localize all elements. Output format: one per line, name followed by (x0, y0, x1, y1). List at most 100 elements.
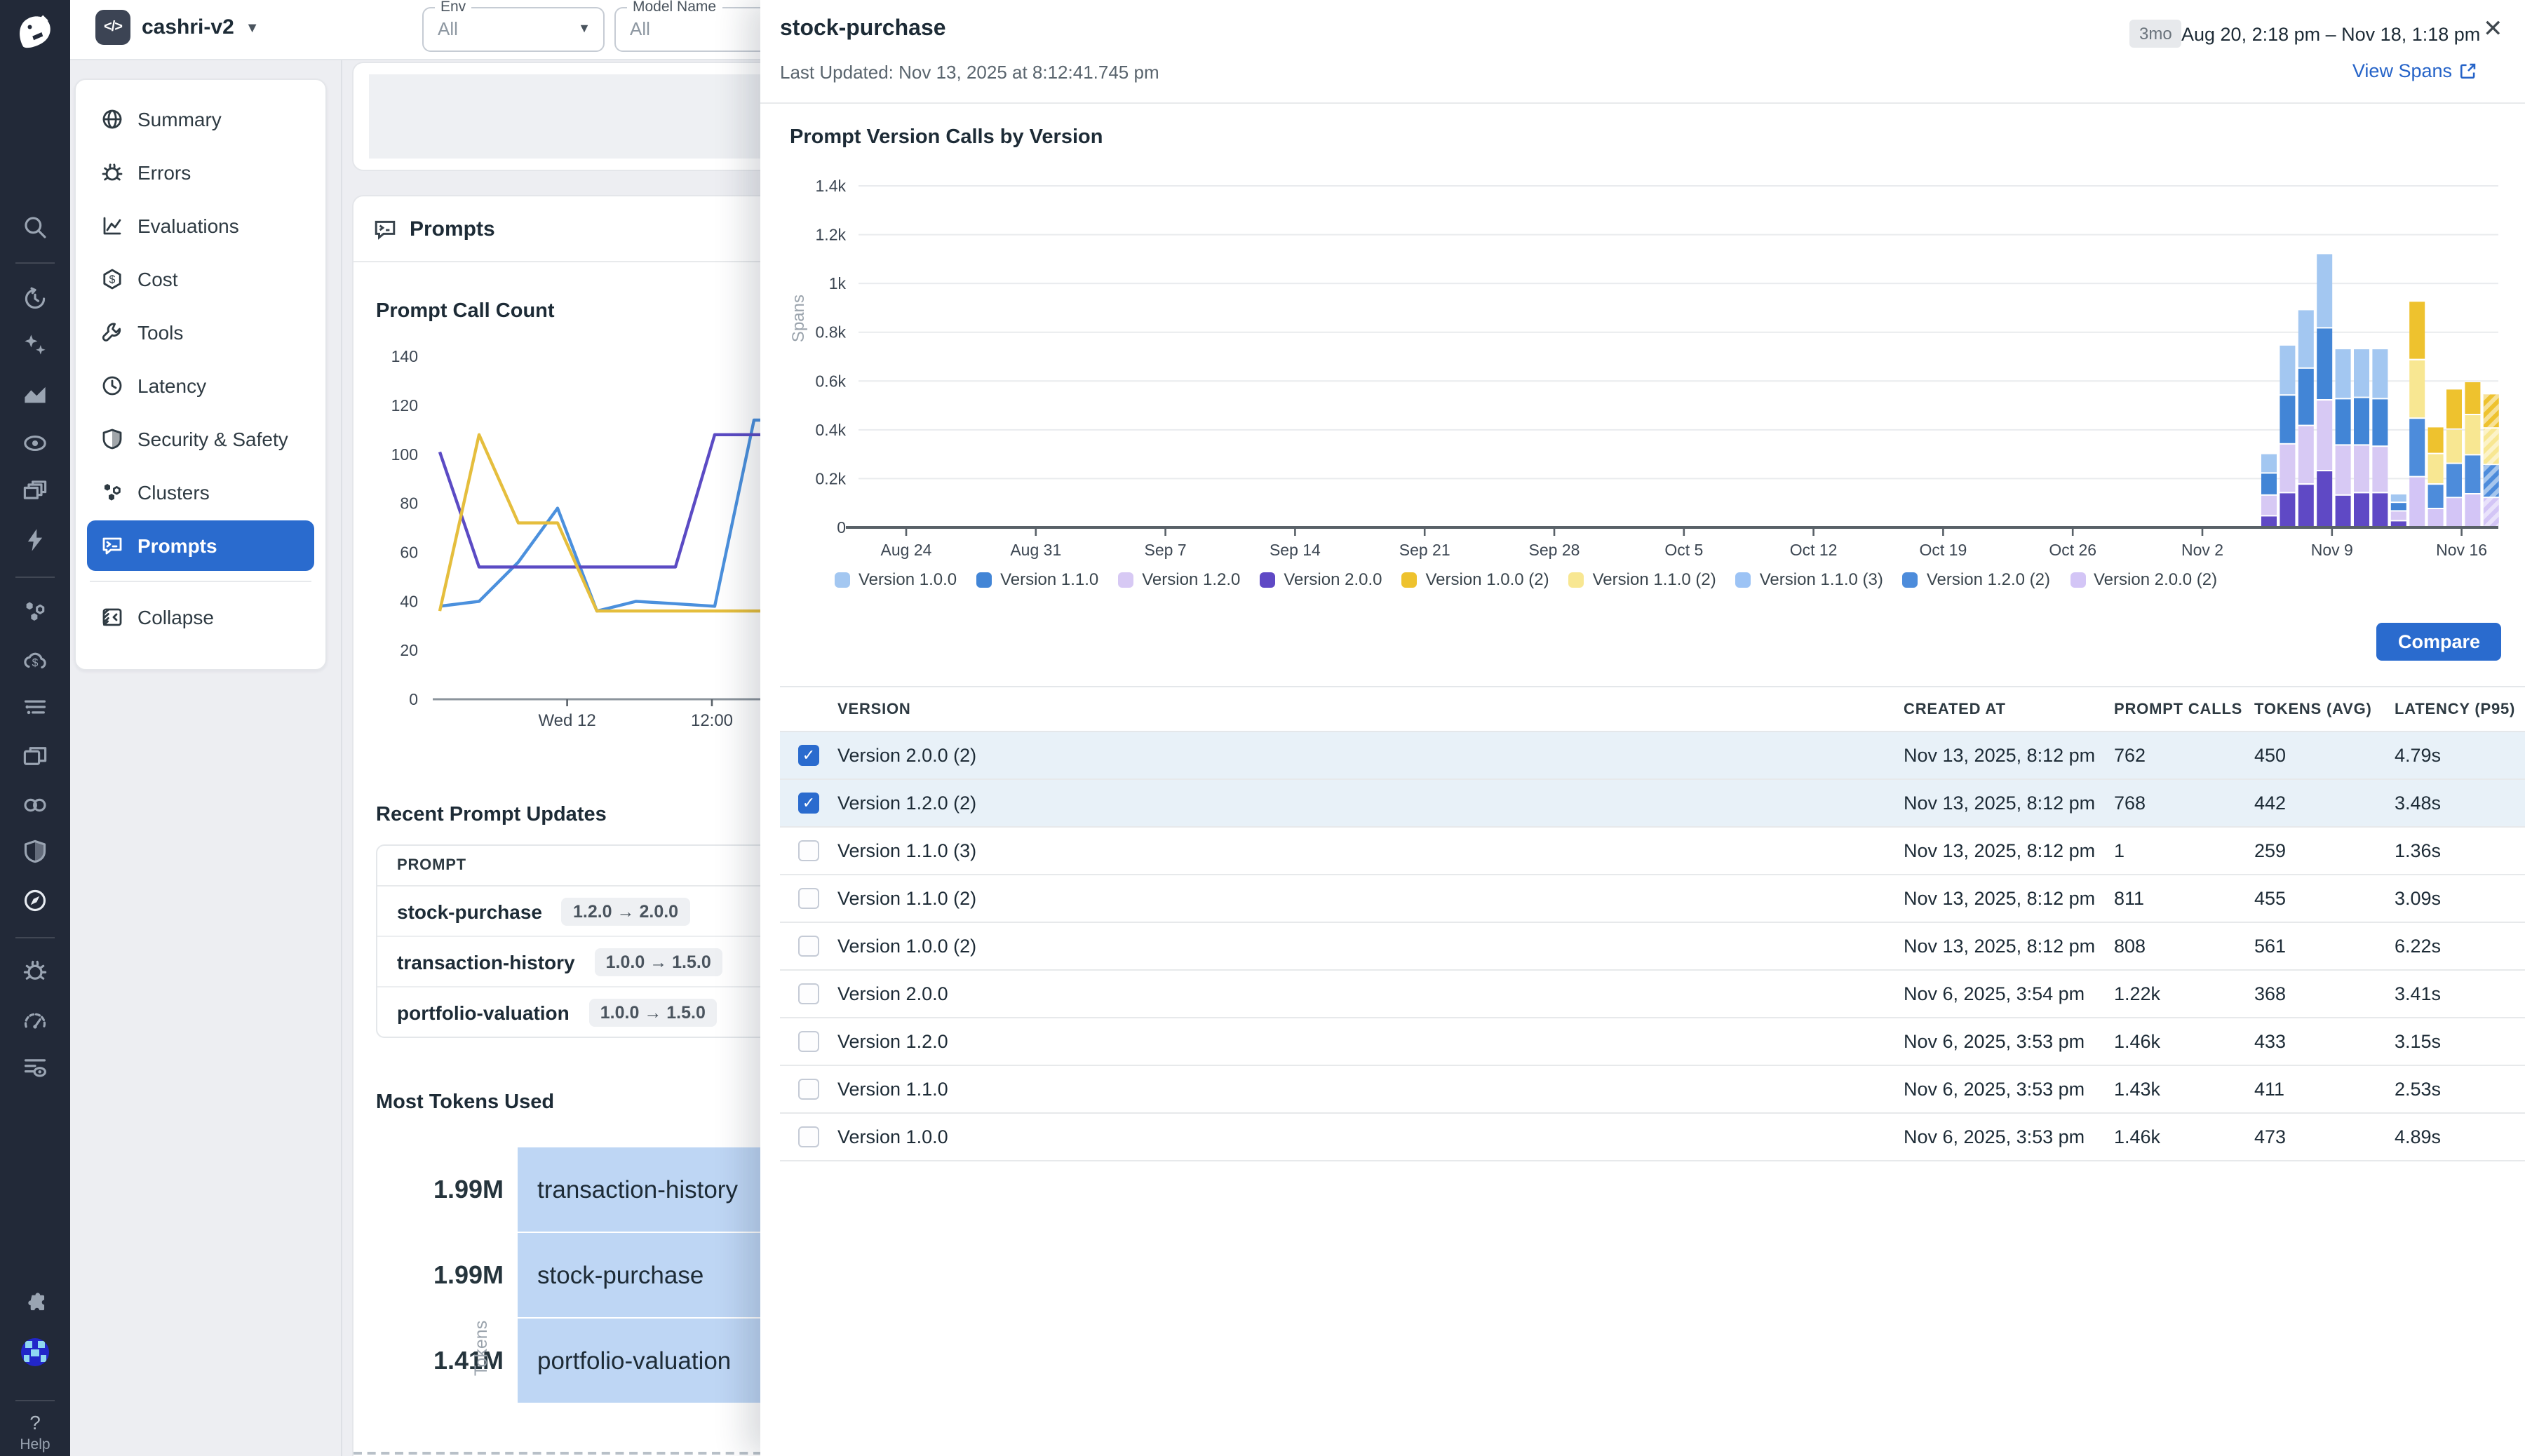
rail-security-button[interactable] (22, 839, 48, 864)
version-row[interactable]: ✓ Version 2.0.0 (2) Nov 13, 2025, 8:12 p… (780, 732, 2525, 780)
rail-llm-observability-button[interactable] (22, 888, 48, 913)
rail-history-button[interactable] (22, 286, 48, 311)
watchdog-icon (22, 431, 48, 456)
legend-item[interactable]: Version 1.0.0 (835, 569, 957, 589)
column-header[interactable]: CREATED AT (1904, 701, 2114, 717)
sidebar-item-clusters[interactable]: Clusters (87, 467, 314, 518)
rail-links-button[interactable] (22, 793, 48, 818)
cell-tokens-avg: 473 (2254, 1126, 2395, 1147)
clusters-icon (22, 599, 48, 624)
bar-segment (2409, 478, 2425, 526)
column-header[interactable]: TOKENS (AVG) (2254, 701, 2395, 717)
rail-rum-button[interactable] (22, 743, 48, 769)
sidebar-item-security-safety[interactable]: Security & Safety (87, 414, 314, 464)
help-button[interactable]: ? Help (0, 1411, 70, 1453)
row-checkbox[interactable] (798, 1031, 819, 1052)
rail-search-button[interactable] (22, 215, 48, 240)
legend-item[interactable]: Version 2.0.0 (1260, 569, 1382, 589)
rail-cost-cloud-button[interactable]: $ (22, 648, 48, 673)
legend-item[interactable]: Version 1.0.0 (2) (1402, 569, 1549, 589)
legend-item[interactable]: Version 1.1.0 (2) (1569, 569, 1716, 589)
most-tokens-used-title: Most Tokens Used (376, 1091, 554, 1114)
env-filter-select[interactable]: Env All ▼ (422, 7, 605, 52)
legend-item[interactable]: Version 1.2.0 (1118, 569, 1240, 589)
row-checkbox[interactable] (798, 936, 819, 957)
sidebar-item-tools[interactable]: Tools (87, 307, 314, 358)
svg-text:Sep 21: Sep 21 (1399, 541, 1450, 559)
sidebar-item-summary[interactable]: Summary (87, 94, 314, 144)
version-row[interactable]: Version 1.1.0 (2) Nov 13, 2025, 8:12 pm … (780, 875, 2525, 923)
rail-gauge-button[interactable] (22, 1009, 48, 1034)
svg-text:12:00: 12:00 (691, 711, 733, 730)
clock-icon (101, 375, 123, 397)
rail-integrations-button[interactable] (22, 1290, 48, 1316)
svg-text:60: 60 (400, 543, 418, 561)
legend-item[interactable]: Version 1.1.0 (3) (1736, 569, 1883, 589)
sidebar-item-prompts[interactable]: Prompts (87, 520, 314, 571)
view-spans-link[interactable]: View Spans (2352, 60, 2477, 81)
datadog-logo-icon[interactable] (14, 11, 56, 53)
row-checkbox[interactable] (798, 888, 819, 909)
legend-label: Version 2.0.0 (1284, 569, 1382, 589)
rail-bolt-button[interactable] (22, 527, 48, 553)
row-checkbox[interactable] (798, 1079, 819, 1100)
compare-button[interactable]: Compare (2377, 623, 2501, 661)
legend-item[interactable]: Version 1.2.0 (2) (1903, 569, 2050, 589)
column-header[interactable]: PROMPT CALLS (2114, 701, 2254, 717)
user-avatar[interactable] (21, 1338, 49, 1366)
svg-text:Nov 16: Nov 16 (2436, 541, 2487, 559)
sidebar-item-cost[interactable]: $Cost (87, 254, 314, 304)
rail-sparkles-button[interactable] (22, 332, 48, 358)
version-row[interactable]: Version 1.0.0 (2) Nov 13, 2025, 8:12 pm … (780, 923, 2525, 971)
shield-icon (101, 428, 123, 450)
row-checkbox[interactable]: ✓ (798, 745, 819, 766)
rail-watchdog-button[interactable] (22, 431, 48, 456)
svg-text:Nov 9: Nov 9 (2311, 541, 2353, 559)
version-row[interactable]: Version 1.1.0 Nov 6, 2025, 3:53 pm 1.43k… (780, 1066, 2525, 1114)
row-checkbox[interactable] (798, 840, 819, 861)
bar-segment (2372, 349, 2388, 398)
version-calls-chart-title: Prompt Version Calls by Version (790, 126, 1103, 149)
close-icon[interactable]: ✕ (2483, 15, 2503, 43)
evaluations-icon (101, 215, 123, 237)
legend-item[interactable]: Version 2.0.0 (2) (2070, 569, 2217, 589)
rail-metrics-button[interactable] (22, 382, 48, 407)
row-checkbox[interactable] (798, 983, 819, 1004)
rail-layers-button[interactable] (22, 478, 48, 504)
time-range-text[interactable]: Aug 20, 2:18 pm – Nov 18, 1:18 pm (2181, 24, 2480, 45)
column-header[interactable]: VERSION (837, 701, 1904, 717)
workspace-selector[interactable]: </> cashri-v2 ▼ (95, 10, 260, 45)
row-checkbox[interactable]: ✓ (798, 793, 819, 814)
prompt-icon (101, 534, 123, 557)
sidebar-item-latency[interactable]: Latency (87, 360, 314, 411)
version-row[interactable]: Version 2.0.0 Nov 6, 2025, 3:54 pm 1.22k… (780, 971, 2525, 1018)
legend-swatch (1260, 572, 1275, 587)
bar-segment (2298, 369, 2314, 425)
clusters-icon (101, 481, 123, 504)
version-row[interactable]: Version 1.0.0 Nov 6, 2025, 3:53 pm 1.46k… (780, 1114, 2525, 1161)
svg-text:0.2k: 0.2k (816, 469, 847, 487)
sidebar-item-evaluations[interactable]: Evaluations (87, 201, 314, 251)
rail-audit-button[interactable] (22, 1055, 48, 1080)
rail-clusters-button[interactable] (22, 599, 48, 624)
bar-segment (2317, 471, 2332, 526)
version-row[interactable]: Version 1.2.0 Nov 6, 2025, 3:53 pm 1.46k… (780, 1018, 2525, 1066)
cell-tokens-avg: 442 (2254, 793, 2395, 814)
bar-segment (2446, 498, 2462, 526)
row-checkbox[interactable] (798, 1126, 819, 1147)
history-icon (22, 286, 48, 311)
rail-logs-button[interactable] (22, 694, 48, 720)
sidebar-collapse-button[interactable]: Collapse (87, 592, 314, 642)
rail-bug-button[interactable] (22, 958, 48, 983)
column-header[interactable]: LATENCY (P95) (2395, 701, 2525, 717)
llm-observability-icon (22, 888, 48, 913)
version-row[interactable]: Version 1.1.0 (3) Nov 13, 2025, 8:12 pm … (780, 828, 2525, 875)
bar-segment (2465, 494, 2480, 526)
version-row[interactable]: ✓ Version 1.2.0 (2) Nov 13, 2025, 8:12 p… (780, 780, 2525, 828)
legend-item[interactable]: Version 1.1.0 (976, 569, 1098, 589)
sidebar-item-errors[interactable]: Errors (87, 147, 314, 198)
bolt-icon (22, 527, 48, 553)
cell-created-at: Nov 13, 2025, 8:12 pm (1904, 888, 2114, 909)
time-range-badge[interactable]: 3mo (2129, 20, 2182, 48)
rail-divider (15, 262, 55, 264)
